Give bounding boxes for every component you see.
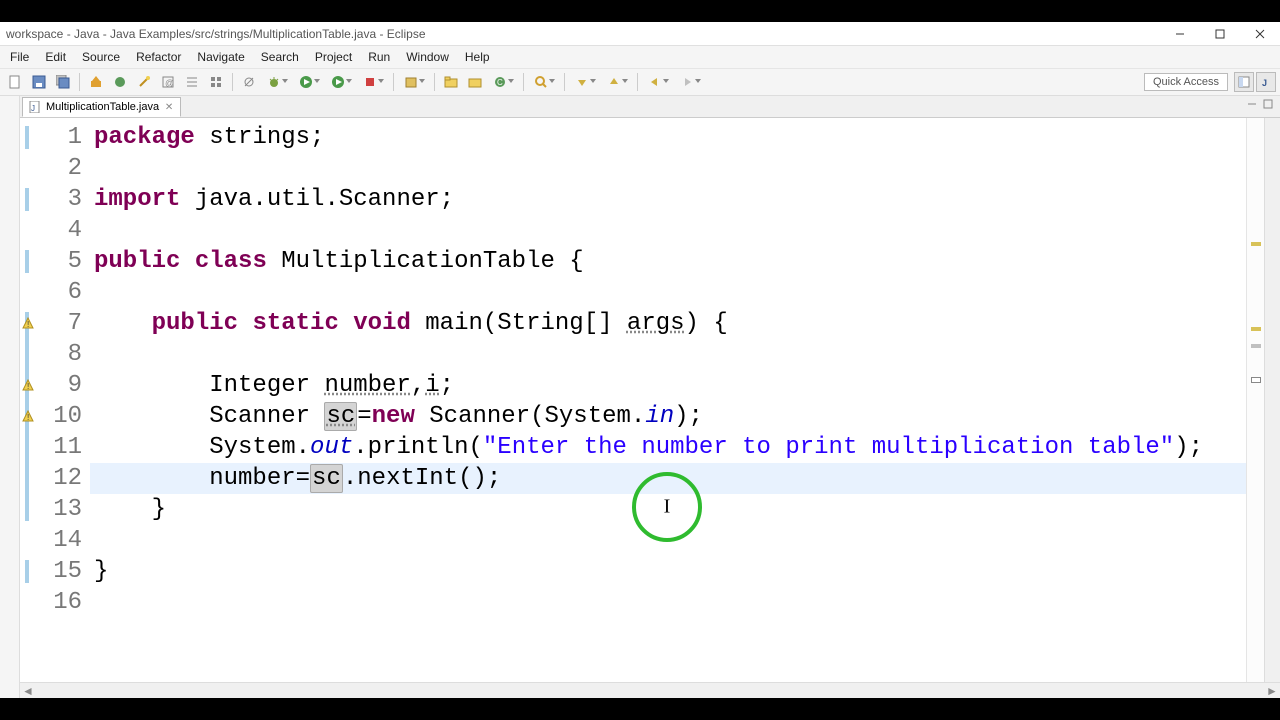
left-trim bbox=[0, 96, 20, 698]
toolbar-separator bbox=[434, 73, 435, 91]
svg-text:J: J bbox=[1262, 78, 1267, 88]
editor-container: J MultiplicationTable.java ✕ !!! 1234567… bbox=[20, 96, 1280, 698]
editor-tab-bar: J MultiplicationTable.java ✕ bbox=[20, 96, 1280, 118]
grid-icon[interactable] bbox=[205, 71, 227, 93]
folding-ruler[interactable]: !!! bbox=[20, 118, 34, 682]
svg-text:!: ! bbox=[27, 320, 29, 329]
run-button[interactable] bbox=[294, 71, 324, 93]
editor-area: J MultiplicationTable.java ✕ !!! 1234567… bbox=[0, 96, 1280, 698]
titlebar: workspace - Java - Java Examples/src/str… bbox=[0, 22, 1280, 46]
open-perspective-button[interactable] bbox=[1234, 72, 1254, 92]
menu-window[interactable]: Window bbox=[398, 48, 457, 66]
scroll-right-icon[interactable]: ► bbox=[1266, 685, 1278, 697]
menubar: File Edit Source Refactor Navigate Searc… bbox=[0, 46, 1280, 68]
new-icon[interactable] bbox=[4, 71, 26, 93]
run-last-button[interactable] bbox=[326, 71, 356, 93]
svg-text:C: C bbox=[497, 78, 503, 87]
annotation-icon[interactable]: @ bbox=[157, 71, 179, 93]
overview-ruler[interactable] bbox=[1246, 118, 1264, 682]
menu-refactor[interactable]: Refactor bbox=[128, 48, 189, 66]
prev-annotation-button[interactable] bbox=[602, 71, 632, 93]
minimize-view-icon[interactable] bbox=[1246, 98, 1260, 112]
new-class-button[interactable]: C bbox=[488, 71, 518, 93]
svg-text:@: @ bbox=[165, 78, 174, 88]
java-perspective-button[interactable]: J bbox=[1256, 72, 1276, 92]
svg-text:!: ! bbox=[27, 413, 29, 422]
editor-tab-controls bbox=[1246, 98, 1276, 112]
svg-text:J: J bbox=[31, 104, 35, 113]
menu-run[interactable]: Run bbox=[360, 48, 398, 66]
line-number-ruler: 12345678910111213141516 bbox=[34, 118, 90, 682]
menu-source[interactable]: Source bbox=[74, 48, 128, 66]
maximize-view-icon[interactable] bbox=[1262, 98, 1276, 112]
menu-file[interactable]: File bbox=[2, 48, 37, 66]
code-viewport[interactable]: !!! 12345678910111213141516 package stri… bbox=[20, 118, 1280, 682]
wand-icon[interactable] bbox=[133, 71, 155, 93]
quick-access-field[interactable]: Quick Access bbox=[1144, 73, 1228, 91]
toolbar-separator bbox=[393, 73, 394, 91]
save-icon[interactable] bbox=[28, 71, 50, 93]
new-package-button[interactable] bbox=[399, 71, 429, 93]
toolbar-separator bbox=[232, 73, 233, 91]
toolbar-separator bbox=[564, 73, 565, 91]
editor-tab-label: MultiplicationTable.java bbox=[46, 101, 159, 113]
window-controls bbox=[1160, 22, 1280, 46]
build-icon[interactable] bbox=[85, 71, 107, 93]
forward-button[interactable] bbox=[675, 71, 705, 93]
eclipse-window: workspace - Java - Java Examples/src/str… bbox=[0, 22, 1280, 698]
maximize-button[interactable] bbox=[1200, 22, 1240, 46]
menu-edit[interactable]: Edit bbox=[37, 48, 74, 66]
new-folder-icon[interactable] bbox=[464, 71, 486, 93]
menu-project[interactable]: Project bbox=[307, 48, 360, 66]
close-button[interactable] bbox=[1240, 22, 1280, 46]
menu-search[interactable]: Search bbox=[253, 48, 307, 66]
list-icon[interactable] bbox=[181, 71, 203, 93]
debug-button[interactable] bbox=[262, 71, 292, 93]
open-type-icon[interactable] bbox=[109, 71, 131, 93]
vertical-scrollbar[interactable] bbox=[1264, 118, 1280, 682]
window-title: workspace - Java - Java Examples/src/str… bbox=[6, 27, 426, 41]
skip-breakpoints-icon[interactable] bbox=[238, 71, 260, 93]
save-all-icon[interactable] bbox=[52, 71, 74, 93]
toolbar-separator bbox=[79, 73, 80, 91]
external-tools-button[interactable] bbox=[358, 71, 388, 93]
code-content[interactable]: package strings; import java.util.Scanne… bbox=[90, 118, 1246, 682]
search-button[interactable] bbox=[529, 71, 559, 93]
perspective-switcher: J bbox=[1234, 72, 1276, 92]
toolbar-separator bbox=[637, 73, 638, 91]
horizontal-scrollbar[interactable]: ◄ ► bbox=[20, 682, 1280, 698]
menu-help[interactable]: Help bbox=[457, 48, 498, 66]
close-tab-icon[interactable]: ✕ bbox=[164, 102, 174, 112]
toolbar: @ C Quick Access J bbox=[0, 68, 1280, 96]
scroll-left-icon[interactable]: ◄ bbox=[22, 685, 34, 697]
svg-text:!: ! bbox=[27, 382, 29, 391]
minimize-button[interactable] bbox=[1160, 22, 1200, 46]
next-annotation-button[interactable] bbox=[570, 71, 600, 93]
back-button[interactable] bbox=[643, 71, 673, 93]
editor-tab-active[interactable]: J MultiplicationTable.java ✕ bbox=[22, 97, 181, 117]
menu-navigate[interactable]: Navigate bbox=[189, 48, 252, 66]
new-project-icon[interactable] bbox=[440, 71, 462, 93]
java-file-icon: J bbox=[29, 101, 41, 113]
toolbar-separator bbox=[523, 73, 524, 91]
